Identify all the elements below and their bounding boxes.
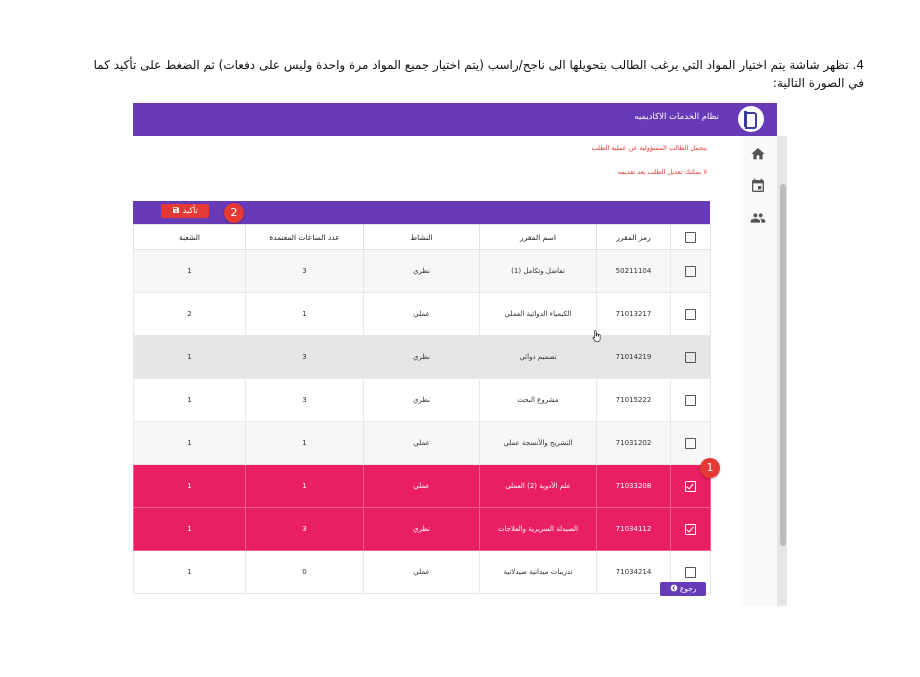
app-header: نظام الخدمات الاكاديميه [133,103,777,136]
table-row[interactable]: 71013217 الكيمياء الدوائية العملي عملي 1… [133,292,711,336]
course-activity: نظري [363,378,480,422]
course-section: 1 [133,421,246,465]
course-code: 71015222 [596,378,671,422]
select-all-checkbox[interactable] [685,231,696,243]
notice-no-edit: لا يمكنك تعديل الطلب بعد تقديمه [617,168,707,176]
calendar-icon[interactable] [750,178,766,194]
course-code: 71033208 [596,464,671,508]
row-checkbox[interactable] [685,566,696,578]
notice-responsibility: يتحمل الطالب المسؤولية عن عملية الطلب [591,144,707,152]
course-code: 71013217 [596,292,671,336]
row-checkbox[interactable] [685,265,696,277]
table-row[interactable]: 71015222 مشروع البحث نظري 3 1 [133,378,711,422]
course-section: 1 [133,550,246,594]
course-name: الكيمياء الدوائية العملي [479,292,597,336]
course-hours: 3 [245,507,364,551]
hand-cursor-icon [592,330,601,343]
university-logo [738,106,764,132]
course-section: 1 [133,249,246,293]
course-hours: 0 [245,550,364,594]
row-checkbox[interactable] [685,394,696,406]
course-code: 71031202 [596,421,671,465]
row-checkbox[interactable] [685,437,696,449]
table-header-row: رمز المقرر اسم المقرر النشاط عدد الساعات… [133,224,711,250]
side-nav [740,136,787,606]
course-hours: 1 [245,421,364,465]
course-activity: عملي [363,464,480,508]
header-section: الشعبة [133,224,246,250]
confirm-label: تأكيد [182,206,198,215]
course-name: الصيدلة السريرية والعلاجات [479,507,597,551]
table-row-selected[interactable]: 71033208 علم الأدوية (2) العملي عملي 1 1 [133,464,711,508]
instruction-text: تظهر شاشة يتم اختيار المواد التي يرغب ال… [93,58,864,90]
back-button[interactable]: رجوع [660,582,706,596]
course-activity: نظري [363,507,480,551]
confirm-button[interactable]: تأكيد [161,204,209,218]
table-row[interactable]: 71014219 تصميم دوائي نظري 3 1 [133,335,711,379]
row-checkbox[interactable] [685,351,696,363]
course-name: تصميم دوائي [479,335,597,379]
header-activity: النشاط [363,224,480,250]
table-row[interactable]: 71031202 التشريح والأنسجة عملي عملي 1 1 [133,421,711,465]
instruction-paragraph: 4. تظهر شاشة يتم اختيار المواد التي يرغب… [76,56,864,92]
scrollbar-thumb[interactable] [780,184,786,546]
course-activity: عملي [363,292,480,336]
row-checkbox[interactable] [685,308,696,320]
course-activity: عملي [363,550,480,594]
course-hours: 1 [245,464,364,508]
courses-table: رمز المقرر اسم المقرر النشاط عدد الساعات… [133,224,711,594]
header-name: اسم المقرر [479,224,597,250]
course-activity: نظري [363,335,480,379]
header-code: رمز المقرر [596,224,671,250]
save-icon [173,207,180,213]
row-checkbox-checked[interactable] [685,523,696,535]
app-title: نظام الخدمات الاكاديميه [634,112,719,122]
table-row-selected[interactable]: 71034112 الصيدلة السريرية والعلاجات نظري… [133,507,711,551]
course-code: 71034112 [596,507,671,551]
app-screenshot: نظام الخدمات الاكاديميه يتحمل الطالب الم… [133,103,787,606]
course-name: تدريبات ميدانية صيدلانية [479,550,597,594]
course-section: 1 [133,507,246,551]
step-badge-1: 1 [700,458,720,478]
course-hours: 3 [245,249,364,293]
home-icon[interactable] [750,146,766,162]
course-name: مشروع البحث [479,378,597,422]
header-hours: عدد الساعات المعتمدة [245,224,364,250]
course-name: علم الأدوية (2) العملي [479,464,597,508]
course-name: تفاضل وتكامل (1) [479,249,597,293]
course-section: 1 [133,335,246,379]
course-section: 2 [133,292,246,336]
course-hours: 3 [245,378,364,422]
table-row[interactable]: 50211104 تفاضل وتكامل (1) نظري 3 1 [133,249,711,293]
select-all-header[interactable] [670,224,711,250]
course-activity: نظري [363,249,480,293]
table-row[interactable]: 71034214 تدريبات ميدانية صيدلانية عملي 0… [133,550,711,594]
course-activity: عملي [363,421,480,465]
course-code: 71014219 [596,335,671,379]
step-badge-2: 2 [224,203,244,223]
course-section: 1 [133,378,246,422]
back-arrow-icon [670,584,677,592]
row-checkbox-checked[interactable] [685,480,696,492]
course-hours: 3 [245,335,364,379]
course-hours: 1 [245,292,364,336]
course-code: 50211104 [596,249,671,293]
course-name: التشريح والأنسجة عملي [479,421,597,465]
table-toolbar: تأكيد [133,201,710,224]
course-section: 1 [133,464,246,508]
people-icon[interactable] [750,210,766,226]
back-label: رجوع [679,584,697,593]
step-number: 4. [852,58,864,72]
